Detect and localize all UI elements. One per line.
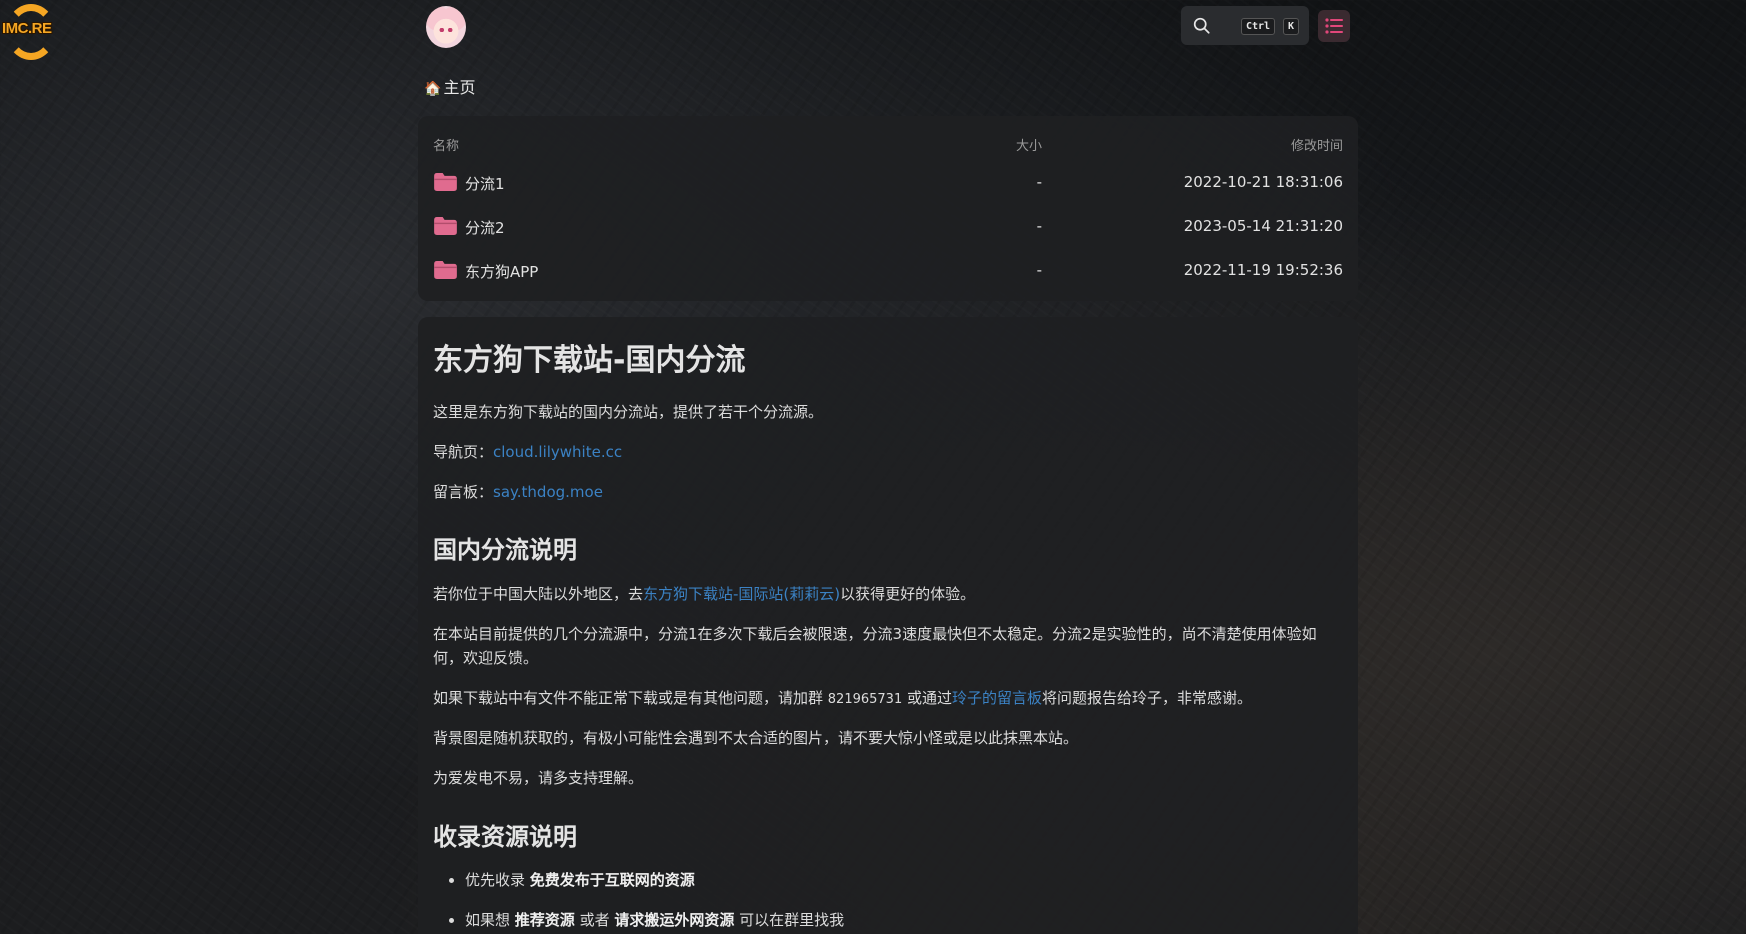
file-name: 分流2 bbox=[465, 219, 505, 237]
folder-icon bbox=[434, 261, 457, 279]
file-list: 名称 大小 修改时间 分流1 - 2022-10-21 18:31:06 分流2… bbox=[418, 116, 1358, 301]
paragraph-text: 若你位于中国大陆以外地区，去 bbox=[433, 585, 644, 603]
file-modified: 2022-10-21 18:31:06 bbox=[1183, 173, 1343, 191]
column-header-modified[interactable]: 修改时间 bbox=[1291, 135, 1343, 154]
top-header: Ctrl K bbox=[418, 0, 1350, 56]
paragraph-text: 或通过 bbox=[902, 689, 953, 707]
search-button[interactable]: Ctrl K bbox=[1181, 6, 1309, 45]
paragraph: 为爱发电不易，请多支持理解。 bbox=[433, 769, 644, 787]
paragraph-text: 以获得更好的体验。 bbox=[840, 585, 976, 603]
file-row[interactable]: 东方狗APP - 2022-11-19 19:52:36 bbox=[418, 250, 1358, 294]
file-modified: 2022-11-19 19:52:36 bbox=[1183, 261, 1343, 279]
paragraph-text: 将问题报告给玲子，非常感谢。 bbox=[1042, 689, 1253, 707]
list-item-bold: 推荐资源 bbox=[514, 911, 575, 929]
list-menu-icon bbox=[1325, 18, 1343, 34]
list-item: 优先收录 免费发布于互联网的资源 bbox=[465, 868, 844, 892]
readme-intro: 这里是东方狗下载站的国内分流站，提供了若干个分流源。 bbox=[433, 403, 824, 421]
nav-link[interactable]: cloud.lilywhite.cc bbox=[493, 443, 622, 461]
imc-logo[interactable]: IMC.RE bbox=[0, 0, 66, 64]
column-header-name[interactable]: 名称 bbox=[433, 135, 459, 154]
toc-menu-button[interactable] bbox=[1318, 10, 1350, 42]
file-size: - bbox=[1036, 261, 1042, 279]
list-item-text: 或者 bbox=[574, 911, 615, 929]
resource-list: 优先收录 免费发布于互联网的资源 如果想 推荐资源 或者 请求搬运外网资源 可以… bbox=[433, 868, 844, 934]
list-item: 如果想 推荐资源 或者 请求搬运外网资源 可以在群里找我 bbox=[465, 908, 844, 932]
paragraph: 若你位于中国大陆以外地区，去东方狗下载站-国际站(莉莉云)以获得更好的体验。 bbox=[433, 582, 1343, 606]
shortcut-k-key: K bbox=[1283, 18, 1300, 35]
breadcrumb[interactable]: 🏠 主页 bbox=[424, 74, 476, 97]
list-item-bold: 免费发布于互联网的资源 bbox=[529, 871, 695, 889]
breadcrumb-home-label: 主页 bbox=[443, 78, 476, 97]
file-modified: 2023-05-14 21:31:20 bbox=[1183, 217, 1343, 235]
folder-icon bbox=[434, 173, 457, 191]
paragraph-text: 如果下载站中有文件不能正常下载或是有其他问题，请加群 bbox=[433, 689, 828, 707]
folder-icon bbox=[434, 217, 457, 235]
file-size: - bbox=[1036, 173, 1042, 191]
intl-site-link[interactable]: 东方狗下载站-国际站(莉莉云) bbox=[643, 585, 840, 603]
list-item-text: 优先收录 bbox=[465, 871, 530, 889]
section-heading: 国内分流说明 bbox=[433, 536, 577, 564]
file-name: 东方狗APP bbox=[465, 263, 539, 281]
list-item-text: 可以在群里找我 bbox=[734, 911, 845, 929]
board-link[interactable]: say.thdog.moe bbox=[493, 483, 603, 501]
board-label: 留言板： bbox=[433, 483, 494, 501]
file-size: - bbox=[1036, 217, 1042, 235]
group-number: 821965731 bbox=[827, 692, 903, 707]
list-item-bold: 请求搬运外网资源 bbox=[614, 911, 735, 929]
file-row[interactable]: 分流1 - 2022-10-21 18:31:06 bbox=[418, 162, 1358, 206]
readme-panel: 东方狗下载站-国内分流 这里是东方狗下载站的国内分流站，提供了若干个分流源。 导… bbox=[418, 317, 1358, 934]
file-name: 分流1 bbox=[465, 175, 505, 193]
readme-title: 东方狗下载站-国内分流 bbox=[433, 343, 746, 378]
home-icon: 🏠 bbox=[424, 81, 442, 97]
shortcut-ctrl-key: Ctrl bbox=[1241, 18, 1276, 35]
list-item-text: 如果想 bbox=[465, 911, 515, 929]
paragraph: 背景图是随机获取的，有极小可能性会遇到不太合适的图片，请不要大惊小怪或是以此抹黑… bbox=[433, 729, 1079, 747]
nav-line: 导航页：cloud.lilywhite.cc bbox=[433, 440, 1343, 464]
board-line: 留言板：say.thdog.moe bbox=[433, 480, 1343, 504]
column-header-size[interactable]: 大小 bbox=[1016, 135, 1042, 154]
section-heading: 收录资源说明 bbox=[433, 823, 577, 851]
site-avatar[interactable] bbox=[426, 6, 466, 48]
file-row[interactable]: 分流2 - 2023-05-14 21:31:20 bbox=[418, 206, 1358, 250]
search-icon bbox=[1193, 17, 1210, 34]
nav-label: 导航页： bbox=[433, 443, 494, 461]
paragraph: 在本站目前提供的几个分流源中，分流1在多次下载后会被限速，分流3速度最快但不太稳… bbox=[433, 625, 1317, 667]
paragraph: 如果下载站中有文件不能正常下载或是有其他问题，请加群 821965731 或通过… bbox=[433, 686, 1343, 712]
message-board-link[interactable]: 玲子的留言板 bbox=[952, 689, 1042, 707]
